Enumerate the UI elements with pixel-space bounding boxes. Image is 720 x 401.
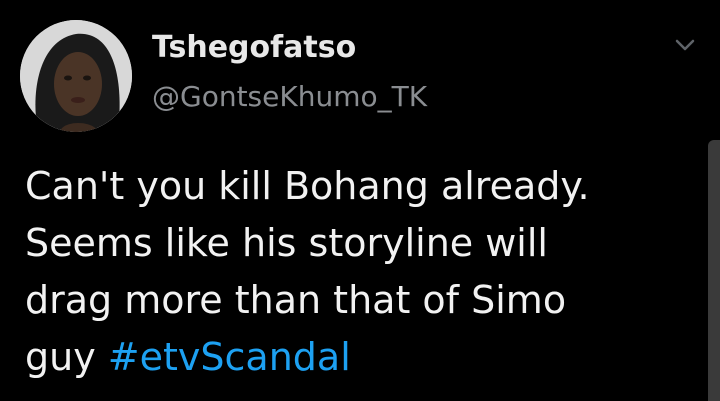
tweet-text-line: drag more than that of Simo (25, 278, 567, 322)
avatar-photo (20, 20, 132, 132)
scrollbar[interactable] (708, 140, 720, 401)
user-handle[interactable]: @GontseKhumo_TK (152, 80, 427, 114)
tweet-text-line-last: guy #etvScandal (25, 329, 695, 386)
display-name[interactable]: Tshegofatso (152, 30, 356, 66)
tweet-text-fragment: guy (25, 335, 96, 379)
chevron-down-icon[interactable] (670, 30, 700, 60)
tweet-text-line: Can't you kill Bohang already. (25, 164, 590, 208)
tweet-text: Can't you kill Bohang already. Seems lik… (25, 158, 695, 386)
tweet-card: Tshegofatso @GontseKhumo_TK Can't you ki… (0, 0, 720, 401)
tweet-text-line: Seems like his storyline will (25, 221, 548, 265)
avatar[interactable] (20, 20, 132, 132)
hashtag-link[interactable]: #etvScandal (108, 335, 351, 379)
